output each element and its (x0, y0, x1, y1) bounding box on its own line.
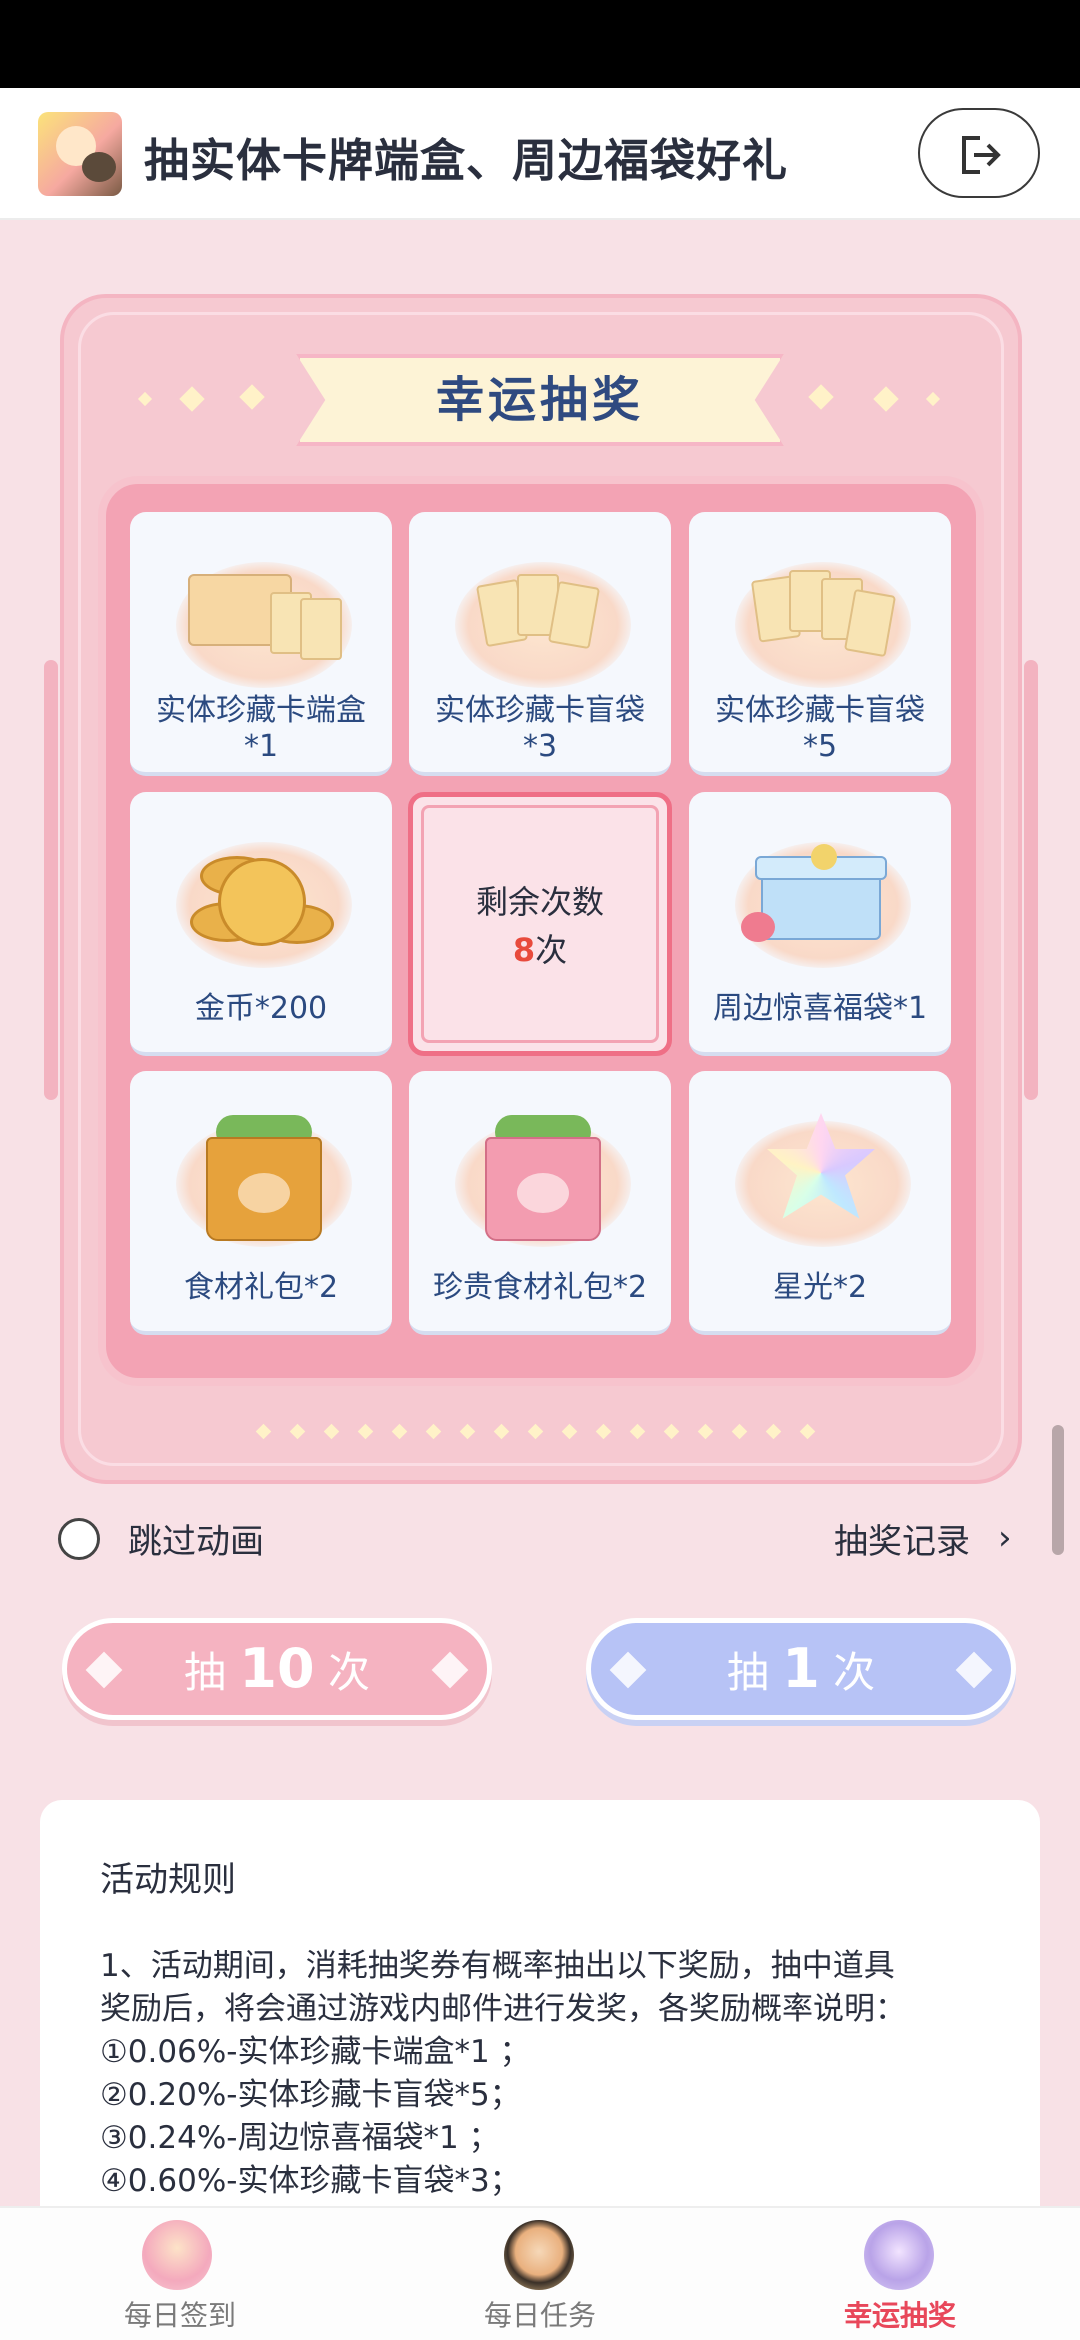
remaining-draws: 剩余次数 8次 (408, 792, 672, 1056)
app-icon (38, 112, 122, 196)
nav-daily-tasks[interactable]: 每日任务 (360, 2208, 720, 2340)
rules-line: 1、活动期间，消耗抽奖券有概率抽出以下奖励，抽中道具 (100, 1948, 895, 1984)
nav-lucky-draw[interactable]: 幸运抽奖 (720, 2208, 1080, 2340)
page-title: 抽实体卡牌端盒、周边福袋好礼 (144, 134, 789, 187)
skip-animation-label[interactable]: 跳过动画 (128, 1514, 264, 1563)
draw-one-button[interactable]: 抽 1 次 (586, 1618, 1016, 1720)
rules-line: ②0.20%-实体珍藏卡盲袋*5； (100, 2077, 521, 2113)
skip-animation-radio[interactable] (58, 1518, 100, 1560)
remaining-count: 8 (512, 931, 536, 969)
scrollbar[interactable] (1052, 1425, 1064, 1555)
rules-line: ④0.60%-实体珍藏卡盲袋*3； (100, 2163, 521, 2199)
rules-line: ①0.06%-实体珍藏卡端盒*1 ； (100, 2034, 531, 2070)
prize-cell-card-packs-3: 实体珍藏卡盲袋 *3 (409, 512, 671, 776)
exit-button[interactable] (918, 108, 1040, 198)
draw-ten-button[interactable]: 抽 10 次 (62, 1618, 492, 1720)
rules-line: 奖励后，将会通过游戏内邮件进行发奖，各奖励概率说明： (100, 1991, 906, 2027)
prize-cell-precious-grocery-bag: 珍贵食材礼包*2 (409, 1071, 671, 1335)
prize-cell-card-packs-5: 实体珍藏卡盲袋 *5 (689, 512, 951, 776)
prize-cell-card-box: 实体珍藏卡端盒 *1 (130, 512, 392, 776)
prize-cell-gift-box: 周边惊喜福袋*1 (689, 792, 951, 1056)
status-bar (0, 0, 1080, 88)
logout-icon (962, 136, 1001, 174)
bottom-nav: 每日签到 每日任务 幸运抽奖 (0, 2206, 1080, 2340)
prize-cell-gold-coins: 金币*200 (130, 792, 392, 1056)
prize-cell-grocery-bag: 食材礼包*2 (130, 1071, 392, 1335)
prize-cell-starlight: 星光*2 (689, 1071, 951, 1335)
chevron-right-icon: › (998, 1518, 1012, 1558)
nav-daily-signin[interactable]: 每日签到 (0, 2208, 360, 2340)
decorative-dots (255, 1423, 828, 1440)
rules-line: ③0.24%-周边惊喜福袋*1 ； (100, 2120, 500, 2156)
avatar-icon (864, 2220, 934, 2290)
header: 抽实体卡牌端盒、周边福袋好礼 (0, 88, 1080, 220)
draw-record-link[interactable]: 抽奖记录 › (834, 1514, 1012, 1563)
rules-title: 活动规则 (100, 1860, 236, 1900)
avatar-icon (504, 2220, 574, 2290)
avatar-icon (142, 2220, 212, 2290)
lucky-draw-title: 幸运抽奖 (435, 372, 644, 428)
